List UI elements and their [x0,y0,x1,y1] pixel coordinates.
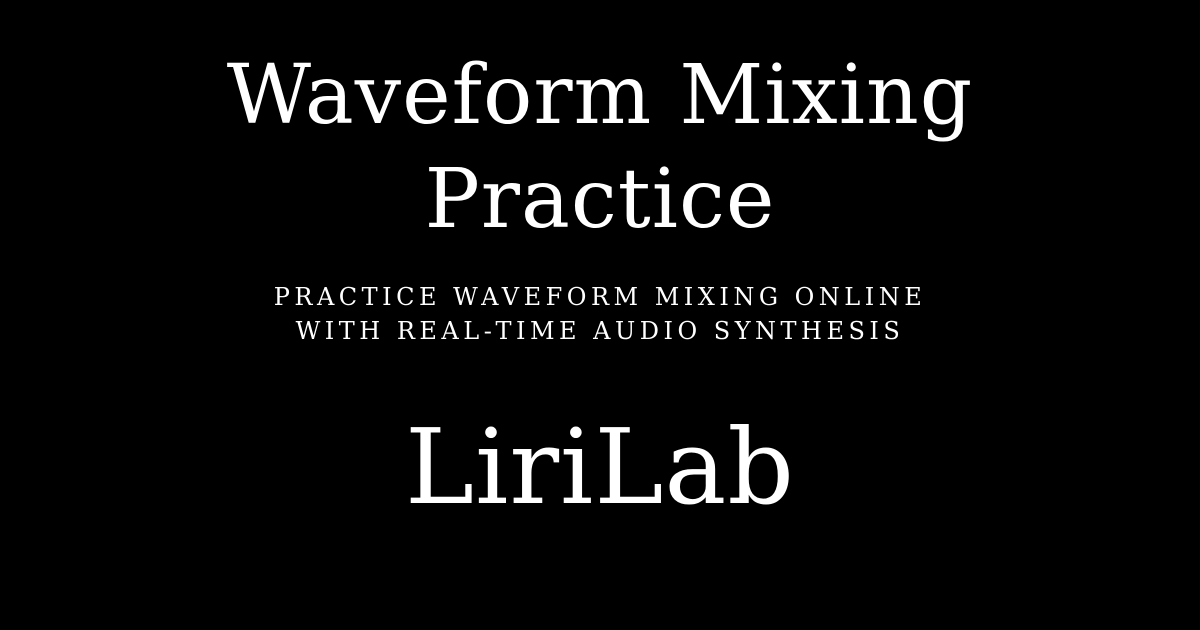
subtitle-line-2: WITH REAL-TIME AUDIO SYNTHESIS [295,317,905,345]
page-subtitle: PRACTICE WAVEFORM MIXING ONLINE WITH REA… [0,280,1200,348]
share-card: Waveform Mixing Practice PRACTICE WAVEFO… [0,0,1200,630]
title-line-2: Practice [424,152,776,247]
page-title: Waveform Mixing Practice [0,44,1200,252]
subtitle-line-1: PRACTICE WAVEFORM MIXING ONLINE [273,283,927,311]
brand-name: LiriLab [405,406,795,528]
title-line-1: Waveform Mixing [226,48,974,143]
